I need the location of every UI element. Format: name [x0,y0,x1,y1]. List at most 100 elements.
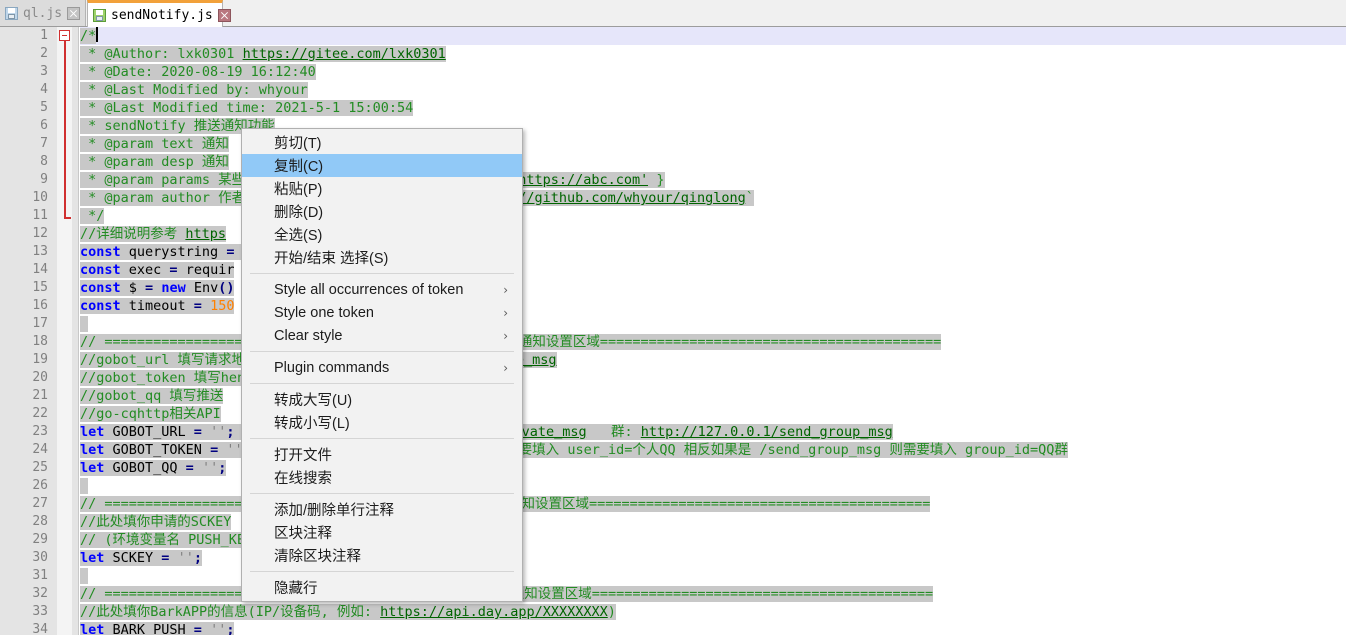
code-line-17[interactable] [80,315,89,333]
menu-item-label: 转成小写(L) [274,416,350,432]
menu-separator [250,351,514,352]
menu-separator [250,383,514,384]
code-line-5[interactable]: * @Last Modified time: 2021-5-1 15:00:54 [80,99,414,117]
menu-item-6[interactable]: Style all occurrences of token › [242,278,522,301]
line-number: 14 [32,262,48,277]
line-number: 13 [32,244,48,259]
line-number: 23 [32,424,48,439]
menu-item-8[interactable]: Clear style › [242,324,522,347]
menu-separator [250,273,514,274]
code-line-15[interactable]: const $ = new Env() [80,279,235,297]
code-folding-margin[interactable] [57,27,72,635]
menu-item-4[interactable]: 全选(S) [242,223,522,246]
code-line-31[interactable] [80,567,89,585]
menu-item-label: 区块注释 [274,526,332,542]
code-line-24[interactable]: let GOBOT_TOKEN = ''; // 如果使用 /send_priv… [80,441,1068,459]
line-number: 1 [40,28,48,43]
menu-item-11[interactable]: 转成小写(L) [242,411,522,434]
line-number: 24 [32,442,48,457]
menu-item-label: 添加/删除单行注释 [274,503,395,519]
code-line-12[interactable]: //详细说明参考 https [80,225,227,243]
code-line-11[interactable]: */ [80,207,105,225]
line-number: 2 [40,46,48,61]
code-line-25[interactable]: let GOBOT_QQ = ''; [80,459,227,477]
menu-item-2[interactable]: 粘贴(P) [242,177,522,200]
tab-bar-empty-area [224,0,1346,26]
code-line-21[interactable]: //gobot_qq 填写推送 [80,387,224,405]
code-line-14[interactable]: const exec = requir [80,261,235,279]
code-line-29[interactable]: // (环境变量名 PUSH_KEY) [80,531,262,549]
code-line-7[interactable]: * @param text 通知 [80,135,229,153]
line-number: 22 [32,406,48,421]
context-menu[interactable]: 剪切(T) 复制(C) 粘贴(P) 删除(D) 全选(S) 开始/结束 选择(S) Styl… [241,128,523,602]
menu-item-label: 在线搜索 [274,471,332,487]
fold-range-line [64,41,66,218]
menu-item-13[interactable]: 在线搜索 [242,466,522,489]
menu-item-17[interactable]: 隐藏行 [242,576,522,599]
bookmark-margin[interactable] [72,27,79,635]
line-number: 25 [32,460,48,475]
line-number: 26 [32,478,48,493]
line-number: 4 [40,82,48,97]
code-line-20[interactable]: //gobot_token 填写henv [80,369,254,387]
line-number: 10 [32,190,48,205]
line-number: 15 [32,280,48,295]
code-line-33[interactable]: //此处填你BarkAPP的信息(IP/设备码, 例如: https://api… [80,603,616,621]
line-number: 27 [32,496,48,511]
line-number: 5 [40,100,48,115]
menu-item-label: 打开文件 [274,448,332,464]
menu-item-1[interactable]: 复制(C) [242,154,522,177]
line-number: 33 [32,604,48,619]
menu-item-15[interactable]: 区块注释 [242,521,522,544]
line-number: 34 [32,622,48,635]
fold-range-end [64,217,71,219]
line-number: 8 [40,154,48,169]
code-line-26[interactable] [80,477,89,495]
code-editor[interactable]: 1 2 3 4 5 6 7 8 9 10 11 12 13 14 15 16 17 18 19 20 21 22 23 24 2… [0,27,1346,635]
line-number-gutter: 1 2 3 4 5 6 7 8 9 10 11 12 13 14 15 16 17 18 19 20 21 22 23 24 2… [0,27,57,635]
code-line-8[interactable]: * @param desp 通知 [80,153,229,171]
code-line-28[interactable]: //此处填你申请的SCKEY [80,513,232,531]
menu-item-label: Style one token [274,304,374,321]
floppy-disk-icon [93,8,106,22]
close-icon[interactable] [217,8,231,22]
line-number: 17 [32,316,48,331]
menu-item-label: 粘贴(P) [274,182,323,198]
code-line-4[interactable]: * @Last Modified by: whyour [80,81,308,99]
code-line-3[interactable]: * @Date: 2020-08-19 16:12:40 [80,63,316,81]
menu-item-12[interactable]: 打开文件 [242,443,522,466]
menu-item-16[interactable]: 清除区块注释 [242,544,522,567]
tab-sendnotify-js[interactable]: sendNotify.js [87,0,231,27]
code-line-16[interactable]: const timeout = 150 [80,297,235,315]
tab-ql-js[interactable]: ql.js [0,0,86,26]
tab-label: ql.js [23,5,63,21]
menu-item-label: 转成大写(U) [274,393,353,409]
menu-item-label: 复制(C) [274,159,324,175]
menu-item-label: 清除区块注释 [274,549,361,565]
chevron-right-icon: › [503,360,508,375]
menu-item-10[interactable]: 转成大写(U) [242,388,522,411]
menu-item-label: Style all occurrences of token [274,281,464,298]
menu-separator [250,571,514,572]
line-number: 12 [32,226,48,241]
chevron-right-icon: › [503,305,508,320]
menu-item-label: Clear style [274,327,343,344]
menu-item-7[interactable]: Style one token › [242,301,522,324]
line-number: 30 [32,550,48,565]
menu-item-9[interactable]: Plugin commands › [242,356,522,379]
line-number: 21 [32,388,48,403]
menu-item-label: 全选(S) [274,228,323,244]
code-line-22[interactable]: //go-cqhttp相关API [80,405,221,423]
code-line-2[interactable]: * @Author: lxk0301 https://gitee.com/lxk… [80,45,446,63]
menu-item-label: Plugin commands [274,359,390,376]
code-line-13[interactable]: const querystring = [80,243,243,261]
menu-item-3[interactable]: 删除(D) [242,200,522,223]
menu-item-5[interactable]: 开始/结束 选择(S) [242,246,522,269]
menu-item-14[interactable]: 添加/删除单行注释 [242,498,522,521]
code-line-30[interactable]: let SCKEY = ''; [80,549,202,567]
code-line-34[interactable]: let BARK_PUSH = ''; [80,621,235,635]
menu-item-0[interactable]: 剪切(T) [242,131,522,154]
close-icon[interactable] [67,6,81,20]
collapse-box-icon[interactable] [59,30,70,41]
code-line-1[interactable]: /* [80,27,97,45]
